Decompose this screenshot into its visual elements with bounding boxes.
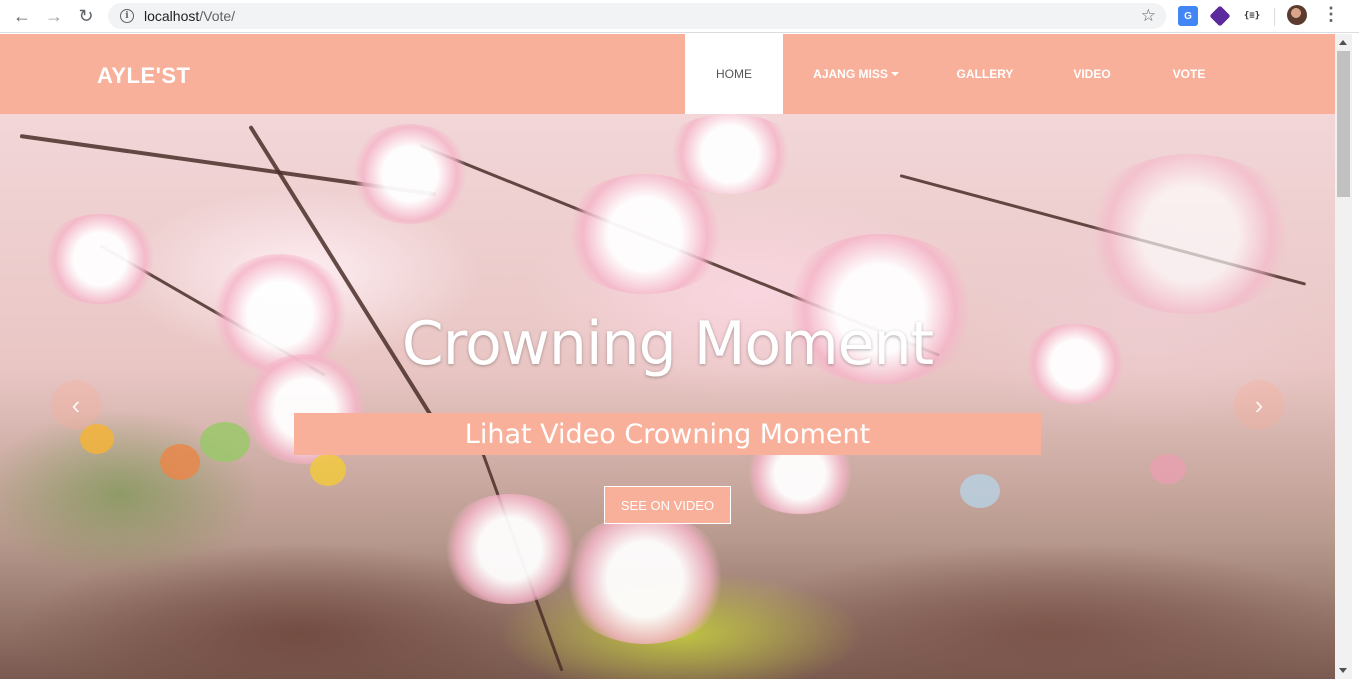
hero-subtitle-banner: Lihat Video Crowning Moment [294,413,1041,455]
lantern-shape [80,424,114,454]
browser-toolbar: ← → ↻ i localhost/Vote/ ☆ G {≡} ⋮ [0,0,1359,33]
blossom-cluster [440,494,580,604]
nav-video[interactable]: VIDEO [1052,34,1132,114]
chevron-right-icon: › [1254,389,1264,420]
lantern-shape [160,444,200,480]
nav-home-label: HOME [716,67,752,81]
info-icon[interactable]: i [120,9,134,23]
lantern-shape [960,474,1000,508]
json-extension-icon[interactable]: {≡} [1242,6,1262,26]
site-navbar: AYLE'ST HOME AJANG MISS GALLERY VIDEO VO… [0,34,1335,114]
back-arrow-icon[interactable]: ← [6,1,38,31]
nav-ajang-miss[interactable]: AJANG MISS [797,34,915,114]
url-host: localhost [144,8,200,24]
menu-kebab-icon[interactable]: ⋮ [1322,4,1340,25]
url-text[interactable]: localhost/Vote/ [144,8,235,24]
nav-vote[interactable]: VOTE [1150,34,1228,114]
profile-avatar[interactable] [1287,5,1307,25]
blossom-cluster [40,214,160,304]
reload-icon[interactable]: ↻ [70,1,102,31]
address-bar[interactable]: i localhost/Vote/ ☆ [108,3,1166,29]
nav-gallery[interactable]: GALLERY [940,34,1030,114]
hero-subtitle: Lihat Video Crowning Moment [464,418,871,450]
nav-gallery-label: GALLERY [956,67,1014,81]
lantern-shape [200,422,250,462]
chevron-left-icon: ‹ [71,389,81,420]
nav-ajang-miss-label: AJANG MISS [813,67,888,81]
scroll-down-arrow-icon[interactable] [1339,668,1347,673]
nav-video-label: VIDEO [1073,67,1111,81]
cube-extension-icon[interactable] [1209,5,1231,27]
vertical-scrollbar[interactable] [1335,34,1352,679]
chevron-down-icon [890,72,899,76]
bookmark-star-icon[interactable]: ☆ [1141,6,1156,26]
scrollbar-thumb[interactable] [1337,51,1350,197]
see-on-video-button[interactable]: SEE ON VIDEO [604,486,731,524]
carousel-prev-button[interactable]: ‹ [51,380,101,430]
brand-logo[interactable]: AYLE'ST [97,63,191,89]
window-edge [1352,34,1359,679]
blossom-cluster [350,124,470,224]
hero-carousel: ‹ › Crowning Moment Lihat Video Crowning… [0,114,1335,679]
url-path: /Vote/ [199,8,236,24]
blossom-cluster [1080,154,1300,314]
nav-home[interactable]: HOME [685,34,783,114]
google-translate-icon[interactable]: G [1178,6,1198,26]
lantern-shape [1150,454,1186,484]
blossom-cluster [560,174,730,294]
toolbar-divider [1274,8,1275,26]
scroll-up-arrow-icon[interactable] [1339,40,1347,45]
hero-title: Crowning Moment [401,309,934,379]
page-viewport: AYLE'ST HOME AJANG MISS GALLERY VIDEO VO… [0,34,1335,679]
lantern-shape [310,454,346,486]
blossom-cluster [660,114,800,194]
nav-vote-label: VOTE [1172,67,1206,81]
forward-arrow-icon[interactable]: → [38,1,70,31]
blossom-cluster [560,514,730,644]
carousel-next-button[interactable]: › [1234,380,1284,430]
